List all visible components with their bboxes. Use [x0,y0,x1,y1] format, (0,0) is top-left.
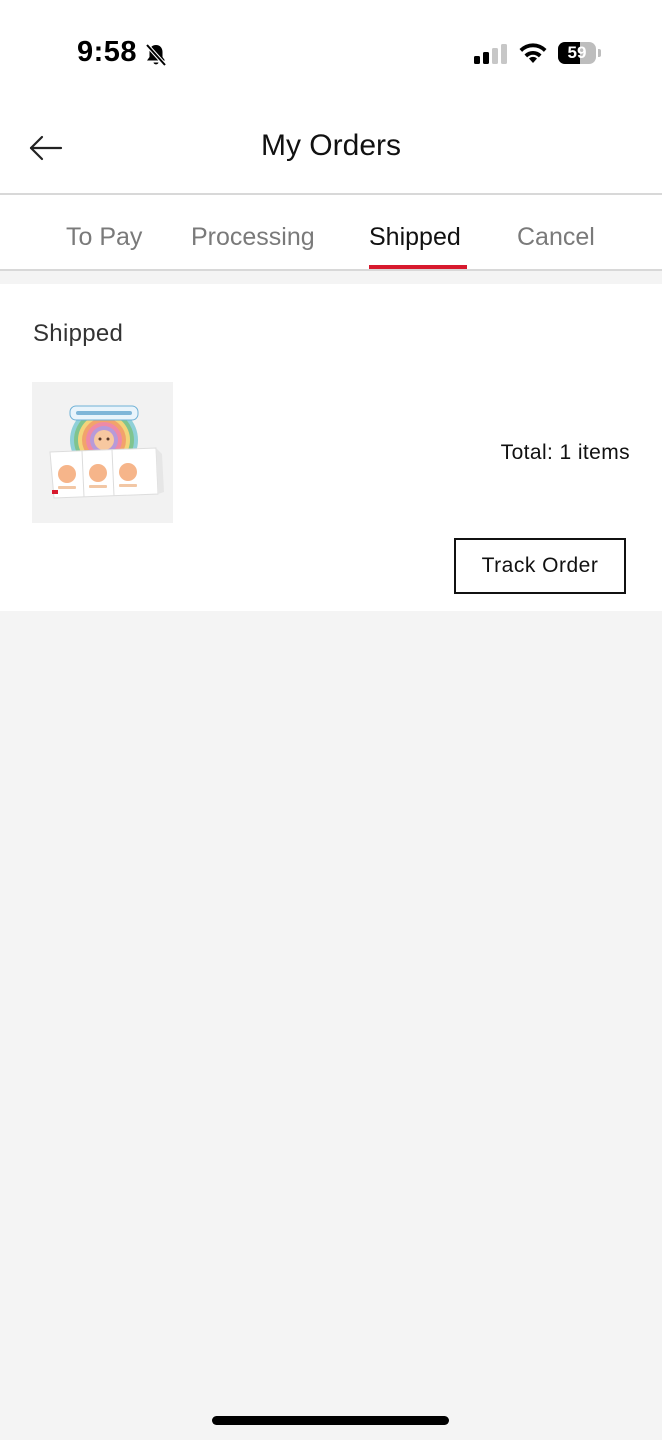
order-total: Total: 1 items [500,441,630,464]
tab-to-pay[interactable]: To Pay [66,195,142,269]
order-tabs: To Pay Processing Shipped Cancel [0,195,662,271]
product-thumbnail[interactable] [32,382,173,523]
bell-slash-icon [145,43,167,67]
order-status: Shipped [33,320,124,347]
track-order-button[interactable]: Track Order [454,538,626,594]
header: My Orders [0,100,662,195]
tab-shipped[interactable]: Shipped [369,195,461,269]
status-bar: 9:58 59 [0,0,662,100]
page-title: My Orders [260,129,401,162]
order-card: Shipped Total: 1 items Track Order [0,284,662,611]
battery-cap [598,49,601,57]
signal-icon [474,44,507,64]
wifi-icon [519,43,547,63]
home-indicator[interactable] [212,1416,449,1425]
tab-cancel[interactable]: Cancel [517,195,595,269]
battery-icon: 59 [558,42,601,64]
tab-processing[interactable]: Processing [191,195,315,269]
battery-percent: 59 [567,43,587,62]
battery-body: 59 [558,42,596,64]
status-time: 9:58 [77,36,138,68]
active-tab-underline [369,265,467,269]
